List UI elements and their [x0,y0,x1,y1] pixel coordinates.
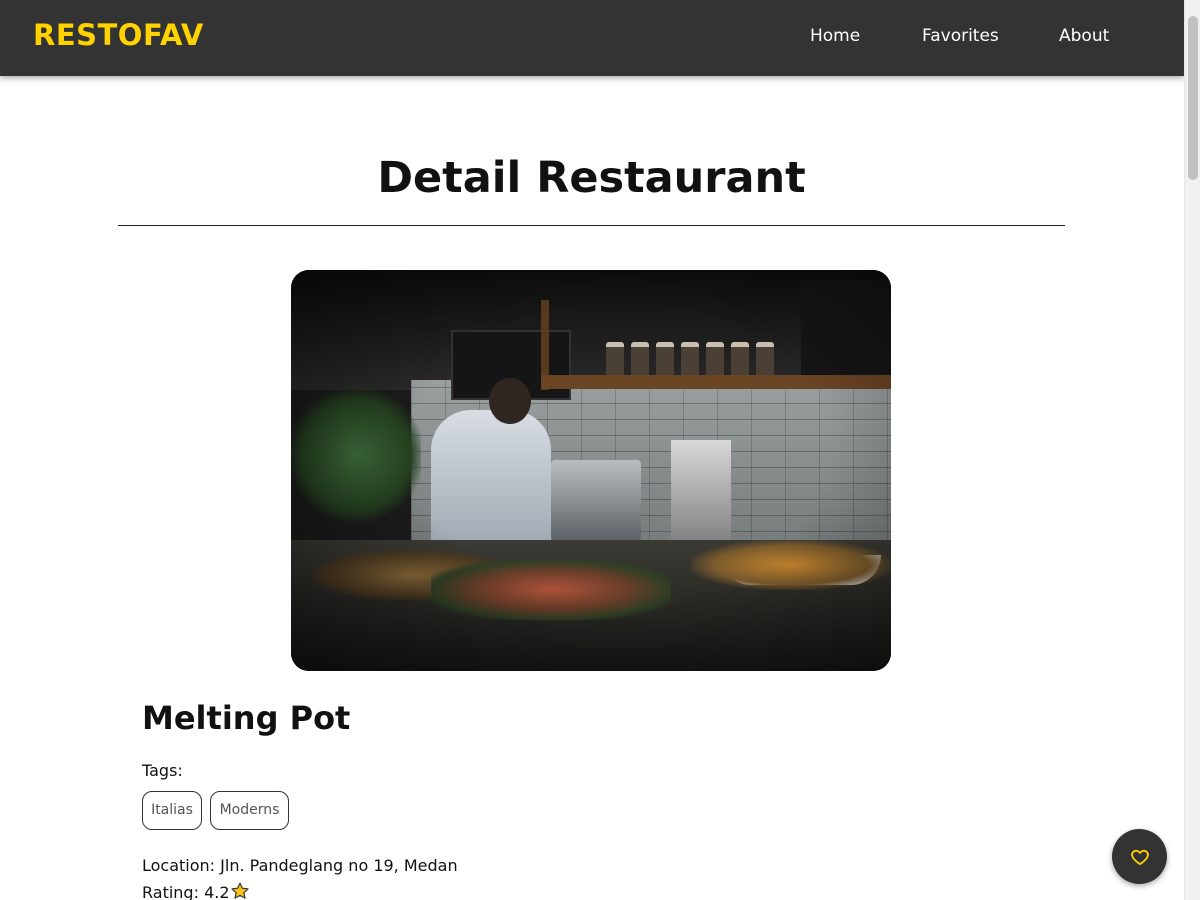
nav-link-favorites[interactable]: Favorites [922,26,999,46]
title-divider [118,225,1065,226]
heart-outline-icon [1130,847,1150,867]
tag-chip: Moderns [210,791,289,830]
favorite-button[interactable] [1112,829,1167,884]
nav-link-home[interactable]: Home [810,26,860,46]
restaurant-image [291,270,891,671]
nav-link-about[interactable]: About [1059,26,1109,46]
page-title: Detail Restaurant [377,153,806,203]
vertical-scrollbar[interactable] [1184,0,1200,900]
tags-label: Tags: [142,761,183,780]
scrollbar-thumb[interactable] [1188,16,1198,180]
star-icon [230,881,250,900]
restaurant-rating: Rating: 4.2 [142,881,250,900]
brand-logo[interactable]: RESTOFAV [33,18,204,52]
rating-value: 4.2 [204,883,230,900]
rating-label: Rating: [142,883,205,900]
restaurant-name: Melting Pot [142,699,351,737]
restaurant-location: Location: Jln. Pandeglang no 19, Medan [142,856,458,875]
location-label: Location: [142,856,221,875]
navbar: RESTOFAV Home Favorites About [0,0,1184,76]
location-value: Jln. Pandeglang no 19, Medan [220,856,458,875]
tag-chip: Italias [142,791,202,830]
